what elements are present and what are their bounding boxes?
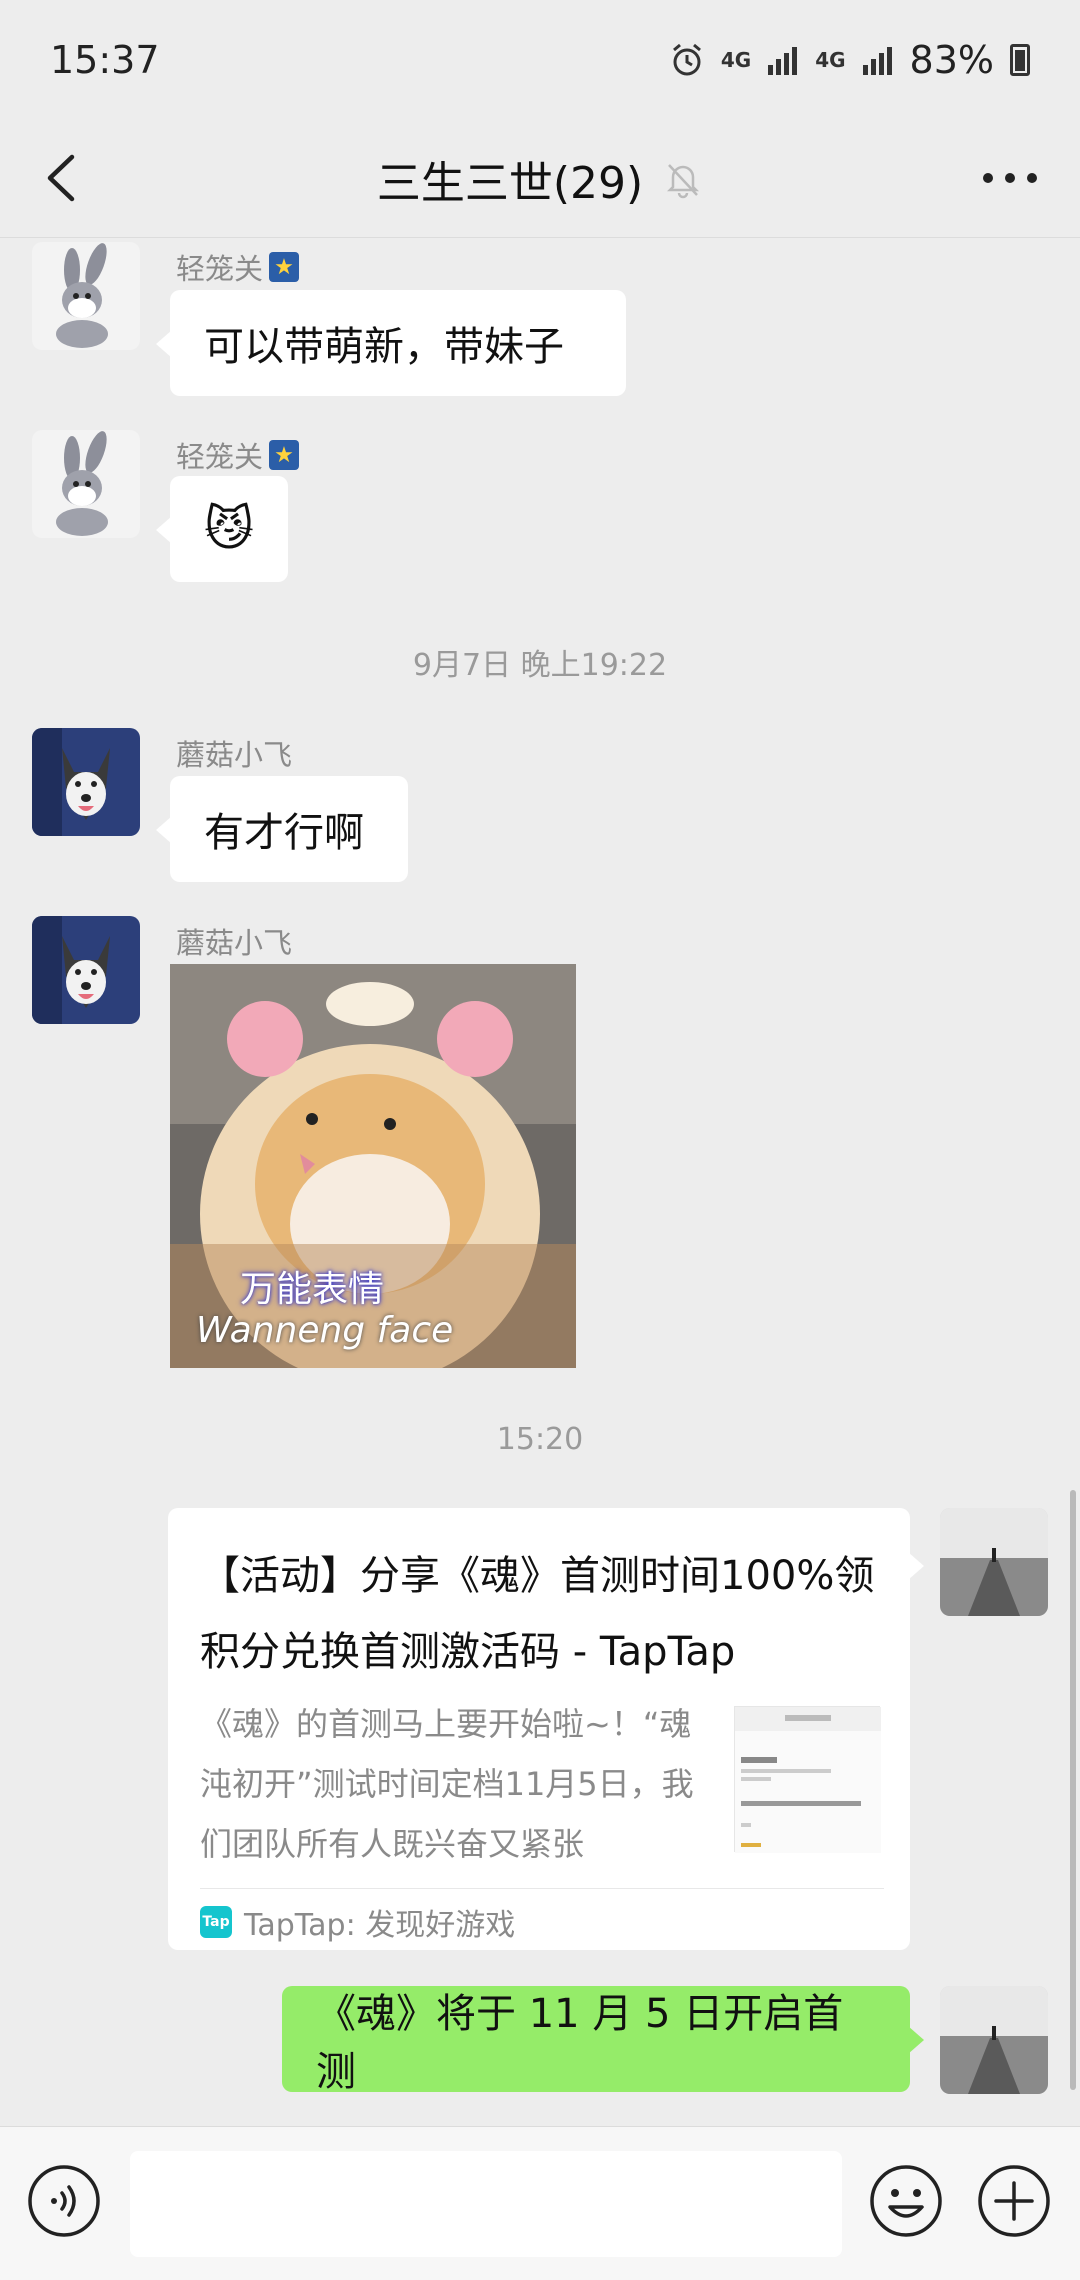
signal-bars-icon: [768, 47, 798, 75]
status-bar: 15:37 4G 4G 83%: [0, 0, 1080, 120]
avatar[interactable]: [32, 242, 140, 350]
sender-name: 轻笼关 ★: [176, 246, 300, 288]
link-card-thumbnail: [734, 1706, 881, 1853]
avatar[interactable]: [32, 430, 140, 538]
time-separator: 15:20: [496, 1422, 584, 1457]
message-bubble[interactable]: 😼: [156, 476, 288, 582]
voice-button[interactable]: [26, 2163, 102, 2239]
more-functions-button[interactable]: [976, 2163, 1052, 2239]
bell-off-icon: [667, 163, 700, 198]
battery-percent: 83%: [909, 38, 994, 82]
star-emoji-icon: ★: [269, 252, 300, 282]
my-message-bubble[interactable]: 《魂》将于 11 月 5 日开启首测: [282, 1986, 924, 2095]
chat-header: 三生三世(29): [0, 120, 1080, 238]
card-divider: [200, 1888, 884, 1889]
message-bubble[interactable]: 可以带萌新，带妹子: [156, 290, 626, 396]
avatar[interactable]: [32, 916, 140, 1024]
message-input[interactable]: [130, 2151, 842, 2257]
cat-emoji: 😼: [203, 501, 255, 557]
pier-avatar-image: [940, 1508, 1048, 1616]
time-separator: 9月7日 晚上19:22: [412, 648, 668, 683]
battery-icon: [1010, 44, 1030, 76]
avatar[interactable]: [32, 728, 140, 836]
my-avatar[interactable]: [940, 1986, 1048, 2094]
signal-bars-icon-2: [862, 47, 892, 75]
my-avatar[interactable]: [940, 1508, 1048, 1616]
message-bubble[interactable]: 有才行啊: [156, 776, 408, 882]
network-4g-indicator-2: 4G: [815, 48, 846, 72]
alarm-clock-icon: [672, 43, 701, 76]
taptap-logo-icon: Tap: [200, 1906, 232, 1938]
status-icons: 4G 4G 83%: [669, 38, 1030, 82]
sticker-caption-cn: 万能表情: [240, 1269, 385, 1310]
network-4g-indicator: 4G: [720, 48, 752, 72]
husky-avatar-image: [32, 916, 140, 1024]
sender-name: 轻笼关 ★: [176, 434, 300, 476]
link-card-source: Tap TapTap: 发现好游戏: [200, 1900, 515, 1944]
voice-icon: [28, 2165, 100, 2237]
input-bar: [0, 2126, 1080, 2280]
emoji-button[interactable]: [868, 2163, 944, 2239]
link-card-description: 《魂》的首测马上要开始啦~！“魂沌初开”测试时间定档11月5日，我们团队所有人既…: [200, 1705, 694, 1863]
title-area: 三生三世(29): [377, 147, 703, 211]
husky-avatar-image: [32, 728, 140, 836]
more-options-button[interactable]: [970, 146, 1050, 210]
bunny-avatar-image: [32, 430, 140, 538]
pier-avatar-image: [940, 1986, 1048, 2094]
back-button[interactable]: [30, 146, 94, 210]
link-card[interactable]: 【活动】分享《魂》首测时间100%领积分兑换首测激活码 - TapTap 《魂》…: [168, 1508, 924, 1950]
plus-icon: [978, 2165, 1050, 2237]
chevron-left-icon: [47, 154, 75, 202]
emoji-icon: [870, 2165, 942, 2237]
link-card-title: 【活动】分享《魂》首测时间100%领积分兑换首测激活码 - TapTap: [200, 1553, 875, 1675]
star-emoji-icon: ★: [269, 440, 300, 470]
chat-scrollbar[interactable]: [1070, 1490, 1076, 2090]
sender-name: 蘑菇小飞: [176, 926, 293, 960]
sticker-image[interactable]: 万能表情 Wanneng face: [170, 964, 576, 1368]
chat-title: 三生三世(29): [376, 157, 644, 209]
sender-name: 蘑菇小飞: [176, 738, 293, 772]
more-dots-icon: [983, 173, 1037, 183]
sticker-caption-en: Wanneng face: [196, 1310, 454, 1351]
bunny-avatar-image: [32, 242, 140, 350]
chat-message-list[interactable]: 轻笼关 ★ 可以带萌新，带妹子 轻笼关 ★ 😼 9月7日 晚上19:22 蘑菇小…: [0, 240, 1080, 2125]
status-time: 15:37: [50, 38, 160, 82]
